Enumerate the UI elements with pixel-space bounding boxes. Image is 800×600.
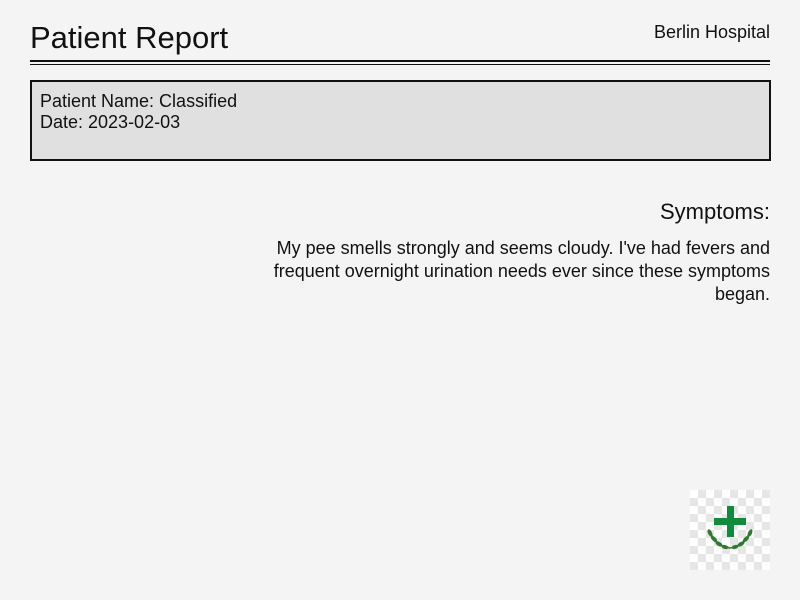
laurel-left-shape (707, 529, 731, 550)
patient-info-box: Patient Name: Classified Date: 2023-02-0… (30, 80, 771, 161)
symptoms-heading: Symptoms: (659, 199, 770, 224)
medical-cross-laurel-icon (690, 490, 770, 570)
header-divider (30, 60, 770, 65)
hospital-name: Berlin Hospital (653, 22, 770, 42)
patient-name: Patient Name: Classified (40, 91, 238, 111)
symptoms-text: My pee smells strongly and seems cloudy.… (273, 238, 770, 304)
patient-report-page: Patient Report Berlin Hospital Patient N… (0, 0, 800, 600)
medical-cross-shape (714, 506, 746, 537)
report-date: Date: 2023-02-03 (40, 112, 181, 132)
report-header: Patient Report Berlin Hospital (30, 18, 770, 66)
symptoms-section: Symptoms: My pee smells strongly and see… (260, 198, 770, 306)
page-title: Patient Report (30, 20, 229, 55)
